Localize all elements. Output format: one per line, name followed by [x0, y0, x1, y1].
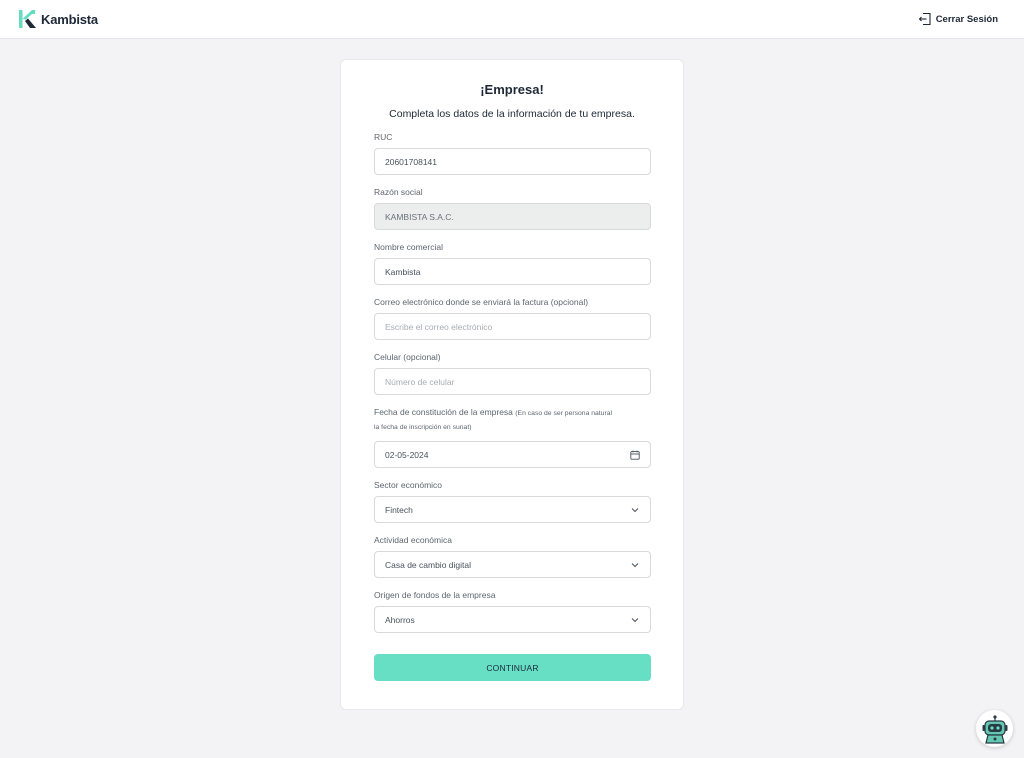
fecha-field[interactable]: 02-05-2024	[374, 441, 651, 468]
chevron-down-icon	[629, 504, 640, 515]
chevron-down-icon	[629, 559, 640, 570]
nombre-comercial-label: Nombre comercial	[374, 242, 443, 252]
razon-social-value: KAMBISTA S.A.C.	[385, 211, 454, 222]
chevron-down-icon	[629, 614, 640, 625]
logout-label: Cerrar Sesión	[935, 13, 998, 25]
origen-value: Ahorros	[385, 614, 415, 625]
calendar-icon[interactable]	[629, 449, 640, 460]
fecha-note-line1: (En caso de ser persona natural	[515, 410, 613, 417]
form-title: ¡Empresa!	[480, 82, 544, 97]
fecha-value: 02-05-2024	[385, 449, 429, 460]
nombre-comercial-field[interactable]	[374, 258, 651, 285]
fecha-label: Fecha de constitución de la empresa (En …	[374, 406, 612, 434]
nombre-comercial-input[interactable]	[385, 266, 640, 277]
actividad-value: Casa de cambio digital	[385, 559, 471, 570]
kambista-k-logo-icon	[19, 10, 36, 28]
celular-input[interactable]	[385, 376, 640, 387]
origen-select[interactable]: Ahorros	[374, 606, 651, 633]
razon-social-field: KAMBISTA S.A.C.	[374, 203, 651, 230]
actividad-select[interactable]: Casa de cambio digital	[374, 551, 651, 578]
chat-bot-button[interactable]	[976, 710, 1013, 747]
ruc-input[interactable]	[385, 156, 640, 167]
correo-input[interactable]	[385, 321, 640, 332]
brand-logo[interactable]: Kambista	[17, 9, 98, 29]
razon-social-label: Razón social	[374, 187, 423, 197]
logout-button[interactable]: Cerrar Sesión	[918, 12, 998, 26]
fecha-label-text: Fecha de constitución de la empresa	[374, 407, 513, 417]
celular-field[interactable]	[374, 368, 651, 395]
origen-label: Origen de fondos de la empresa	[374, 590, 496, 600]
celular-label: Celular (opcional)	[374, 352, 441, 362]
brand-name: Kambista	[41, 11, 98, 27]
ruc-label: RUC	[374, 132, 393, 142]
robot-chat-icon	[982, 714, 1007, 744]
sector-value: Fintech	[385, 504, 413, 515]
sector-select[interactable]: Fintech	[374, 496, 651, 523]
company-form-card: ¡Empresa! Completa los datos de la infor…	[340, 59, 684, 710]
actividad-label: Actividad económica	[374, 535, 452, 545]
fecha-note-line2: la fecha de inscripción en sunat)	[374, 424, 472, 431]
form-subtitle: Completa los datos de la información de …	[389, 108, 635, 120]
correo-field[interactable]	[374, 313, 651, 340]
logout-door-icon	[918, 12, 931, 26]
sector-label: Sector económico	[374, 480, 443, 490]
top-navbar: Kambista Cerrar Sesión	[0, 0, 1024, 39]
continue-button[interactable]: CONTINUAR	[374, 654, 651, 681]
ruc-field[interactable]	[374, 148, 651, 175]
correo-label: Correo electrónico donde se enviará la f…	[374, 297, 589, 307]
